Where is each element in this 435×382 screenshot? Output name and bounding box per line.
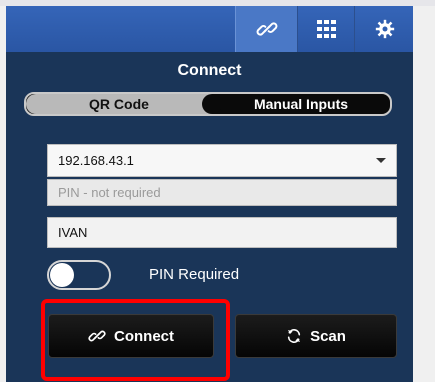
tab-qr-code[interactable]: QR Code [26, 94, 222, 114]
tab-manual-inputs-label: Manual Inputs [253, 96, 349, 112]
toggle-knob [50, 263, 74, 287]
link-icon [256, 18, 278, 40]
toolbar-grid-button[interactable] [297, 6, 355, 52]
tab-qr-code-label: QR Code [89, 96, 149, 112]
pin-input[interactable]: PIN - not required [47, 179, 397, 206]
connect-panel: Connect QR Code Manual Inputs 192.168.43… [6, 6, 413, 382]
scan-button[interactable]: Scan [235, 314, 397, 358]
connect-title: Connect [177, 62, 242, 79]
pin-required-toggle[interactable] [47, 260, 111, 290]
connect-highlight-box [41, 299, 230, 381]
tab-manual-inputs[interactable]: Manual Inputs [212, 94, 390, 114]
toolbar-settings-button[interactable] [354, 6, 413, 52]
ip-address-dropdown[interactable]: 192.168.43.1 [47, 144, 397, 177]
dropdown-caret-icon [376, 158, 386, 163]
device-name-value: IVAN [58, 225, 88, 240]
device-name-input[interactable]: IVAN [47, 217, 397, 248]
pin-required-label: PIN Required [149, 266, 240, 283]
grid-icon [316, 20, 337, 38]
input-mode-segmented-control: QR Code Manual Inputs [24, 92, 392, 116]
ip-address-value: 192.168.43.1 [58, 153, 134, 168]
toolbar-link-button[interactable] [235, 6, 298, 52]
top-toolbar [6, 6, 413, 52]
scan-button-label: Scan [310, 327, 346, 345]
pin-placeholder: PIN - not required [58, 185, 161, 200]
gear-icon [375, 19, 395, 39]
refresh-icon [286, 328, 302, 344]
